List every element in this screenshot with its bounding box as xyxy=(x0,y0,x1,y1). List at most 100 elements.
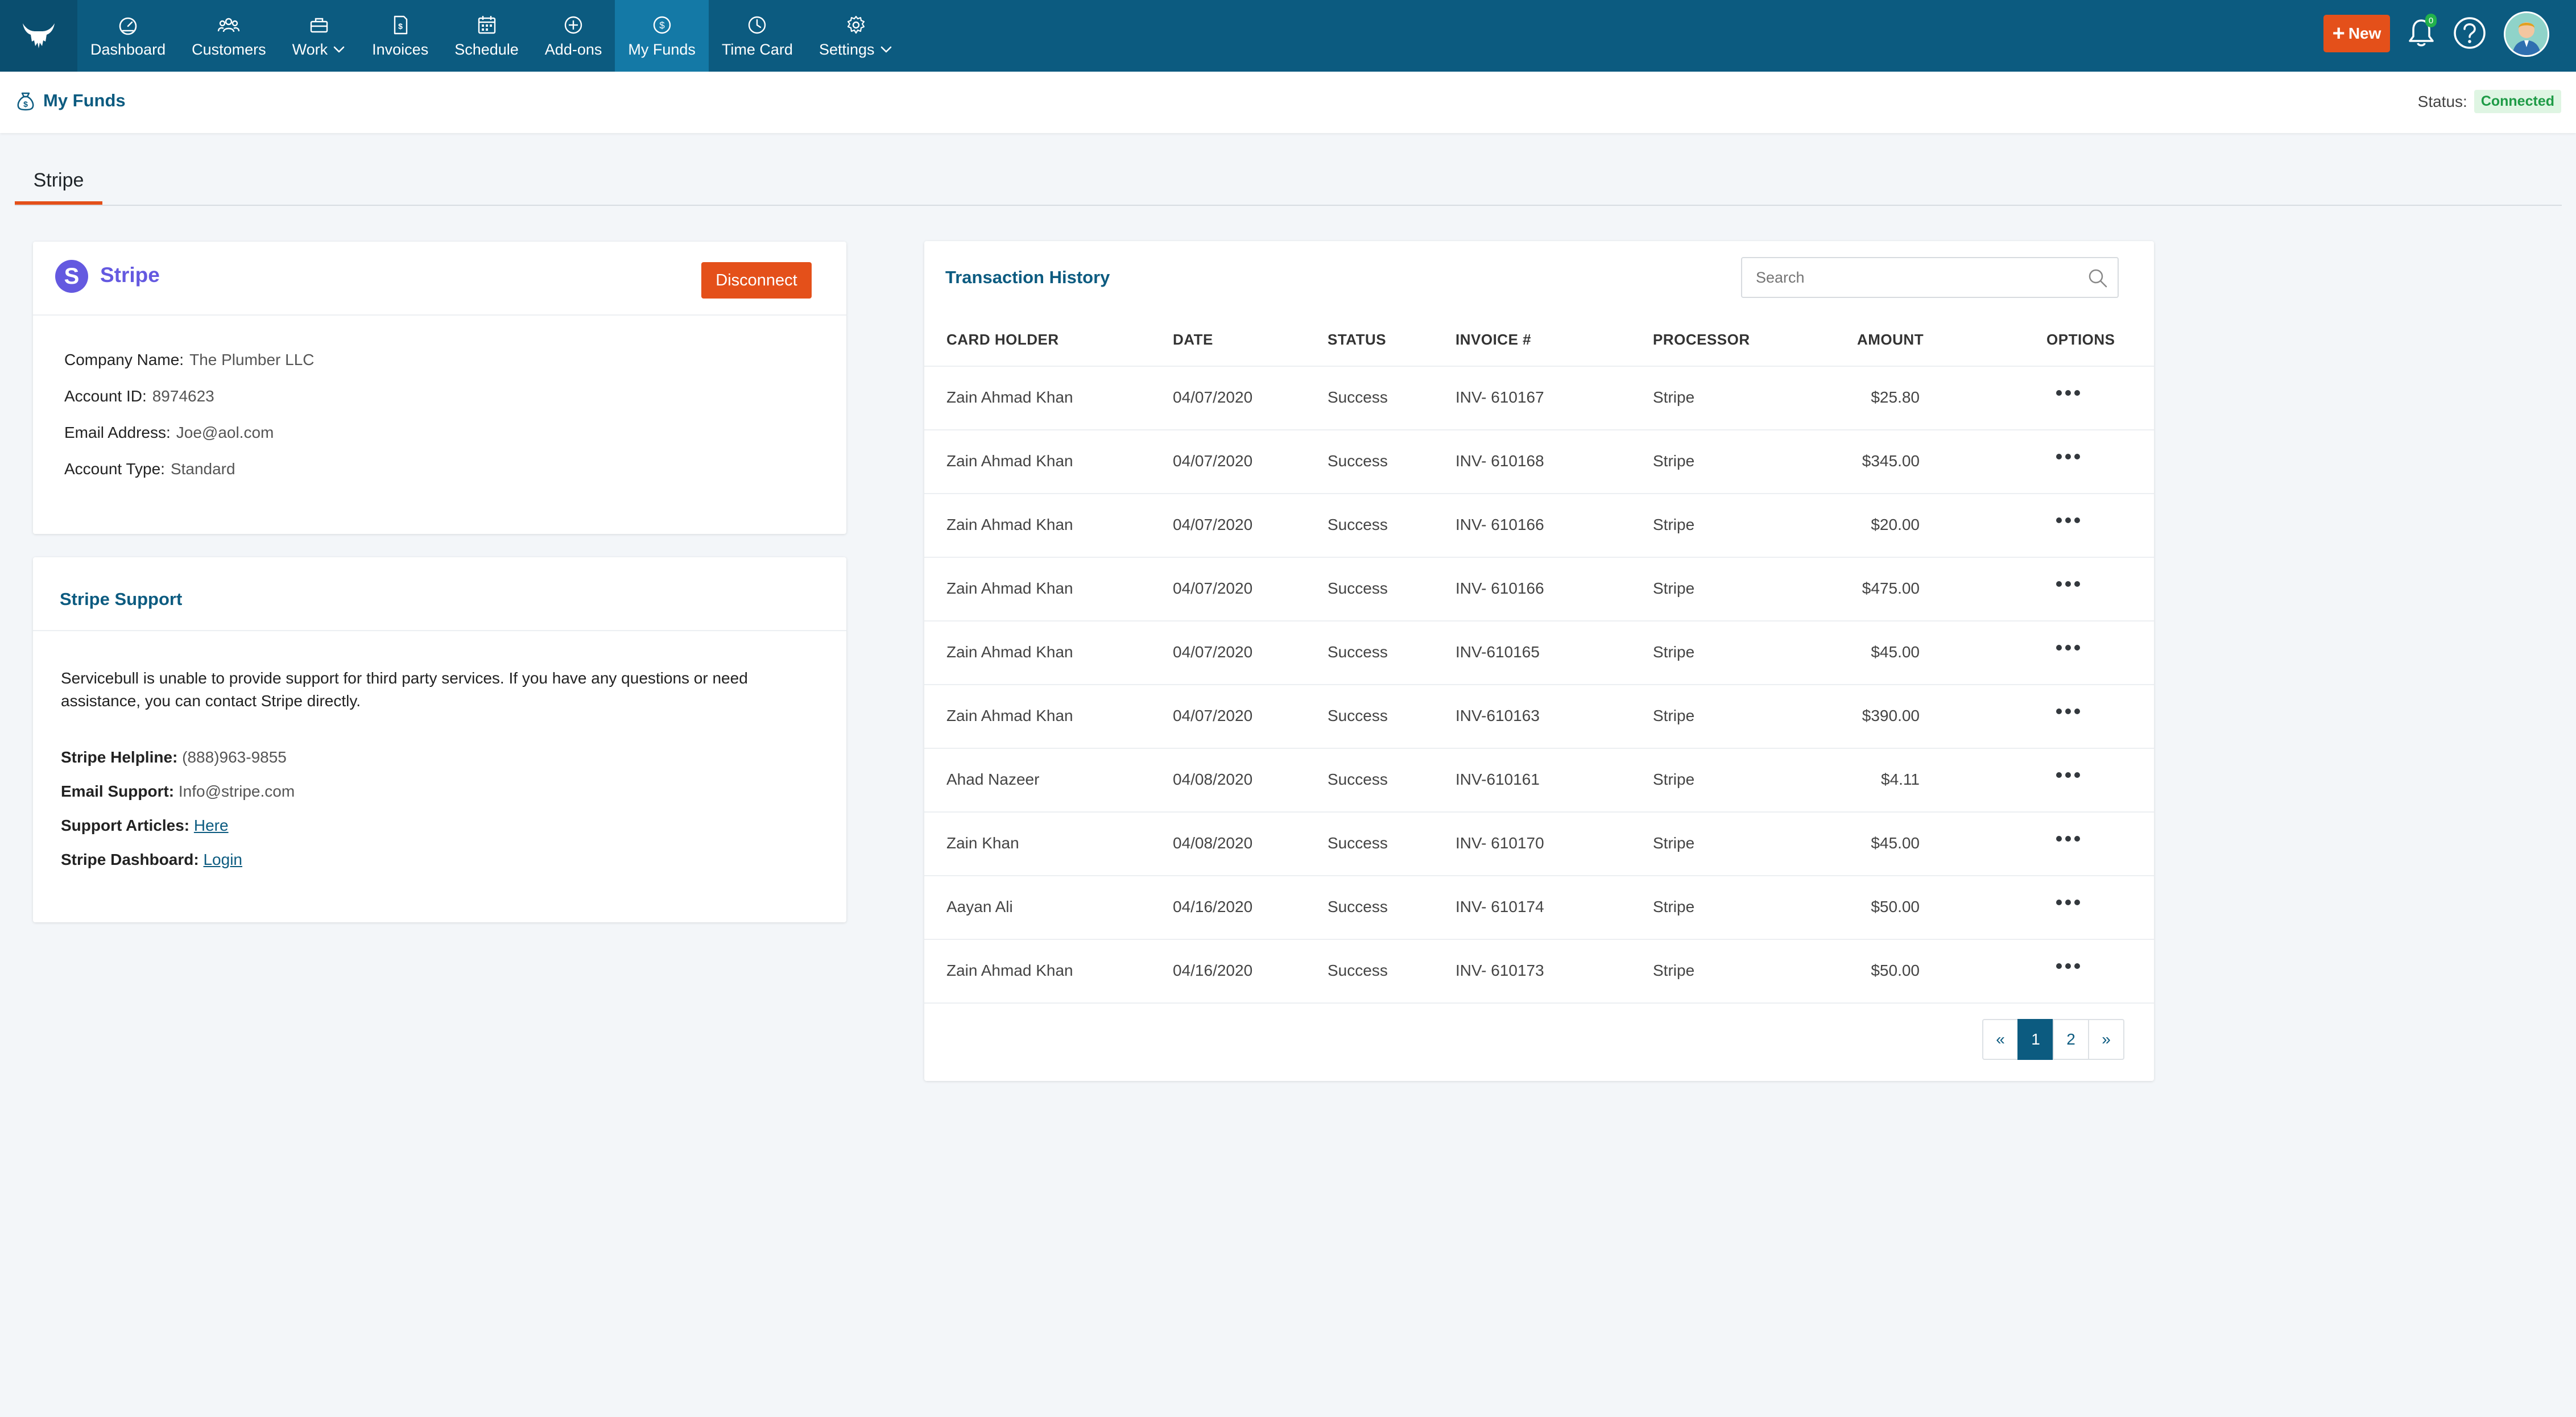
pagination-next-button[interactable]: » xyxy=(2088,1019,2124,1060)
cell-holder: Zain Ahmad Khan xyxy=(946,388,1073,406)
cell-invoice: INV-610161 xyxy=(1456,770,1540,788)
email-support-row: Email Support: Info@stripe.com xyxy=(61,774,295,809)
user-avatar[interactable] xyxy=(2504,11,2549,57)
nav-item-text: Time Card xyxy=(721,40,793,58)
more-options-icon[interactable] xyxy=(2052,573,2084,595)
tab-bar: Stripe xyxy=(15,165,2562,206)
connection-status: Status: Connected xyxy=(2418,90,2561,113)
pagination-prev-button[interactable]: « xyxy=(1982,1019,2019,1060)
cell-amount: $20.00 xyxy=(1871,516,1920,533)
table-row[interactable]: Zain Ahmad Khan 04/07/2020 Success INV- 610… xyxy=(924,429,2154,494)
helpline-value: (888)963-9855 xyxy=(182,748,287,766)
cell-status: Success xyxy=(1328,707,1388,724)
nav-item-label: Add-ons xyxy=(545,41,602,59)
nav-item-settings[interactable]: Settings xyxy=(806,0,906,72)
cell-amount: $45.00 xyxy=(1871,643,1920,661)
nav-item-text: Schedule xyxy=(454,40,519,58)
search-icon[interactable] xyxy=(2087,267,2108,289)
add-icon xyxy=(564,16,582,34)
tab-stripe[interactable]: Stripe xyxy=(15,165,102,205)
nav-item-dashboard[interactable]: Dashboard xyxy=(77,0,179,72)
gear-icon xyxy=(847,15,865,34)
cell-status: Success xyxy=(1328,452,1388,470)
table-row[interactable]: Zain Ahmad Khan 04/07/2020 Success INV-6101… xyxy=(924,620,2154,685)
column-header-card-holder: CARD HOLDER xyxy=(946,331,1059,348)
customers-icon xyxy=(218,18,240,32)
more-options-icon[interactable] xyxy=(2052,636,2084,659)
cell-amount: $4.11 xyxy=(1881,770,1920,788)
stripe-dashboard-row: Stripe Dashboard: Login xyxy=(61,843,295,877)
cell-date: 04/07/2020 xyxy=(1173,452,1253,470)
more-options-icon[interactable] xyxy=(2052,827,2084,850)
cell-holder: Zain Ahmad Khan xyxy=(946,643,1073,661)
more-options-icon[interactable] xyxy=(2052,891,2084,914)
plus-icon: + xyxy=(2332,22,2345,45)
pagination-page-1[interactable]: 1 xyxy=(2017,1019,2054,1060)
nav-item-label: Work xyxy=(292,41,346,59)
table-row[interactable]: Zain Khan 04/08/2020 Success INV- 610170 Str… xyxy=(924,811,2154,876)
disconnect-button[interactable]: Disconnect xyxy=(701,262,812,299)
cell-processor: Stripe xyxy=(1653,962,1695,979)
cell-status: Success xyxy=(1328,579,1388,597)
table-row[interactable]: Zain Ahmad Khan 04/16/2020 Success INV- 610… xyxy=(924,939,2154,1004)
table-row[interactable]: Ahad Nazeer 04/08/2020 Success INV-610161 St… xyxy=(924,748,2154,813)
cell-holder: Zain Khan xyxy=(946,834,1019,852)
table-row[interactable]: Aayan Ali 04/16/2020 Success INV- 610174 Str… xyxy=(924,875,2154,940)
cell-date: 04/07/2020 xyxy=(1173,579,1253,597)
bull-logo-icon xyxy=(23,23,55,48)
cell-amount: $50.00 xyxy=(1871,962,1920,979)
stripe-support-card: Stripe Support Servicebull is unable to … xyxy=(33,557,846,922)
account-field-label: Email Address: xyxy=(64,424,171,441)
nav-item-add-ons[interactable]: Add-ons xyxy=(532,0,615,72)
cell-invoice: INV- 610168 xyxy=(1456,452,1544,470)
table-row[interactable]: Zain Ahmad Khan 04/07/2020 Success INV-6101… xyxy=(924,684,2154,749)
search-input[interactable] xyxy=(1741,257,2119,298)
nav-item-my-funds[interactable]: $ My Funds xyxy=(615,0,709,72)
help-icon[interactable] xyxy=(2453,16,2487,50)
app-logo[interactable] xyxy=(0,0,77,72)
more-options-icon[interactable] xyxy=(2052,509,2084,532)
column-header-amount: AMOUNT xyxy=(1857,331,1924,348)
new-button[interactable]: + New xyxy=(2323,15,2390,52)
status-label: Status: xyxy=(2417,92,2467,110)
nav-item-text: Work xyxy=(292,40,328,58)
nav-item-work[interactable]: Work xyxy=(279,0,359,72)
column-header-invoice: INVOICE # xyxy=(1456,331,1532,348)
pagination-page-2[interactable]: 2 xyxy=(2053,1019,2089,1060)
account-field-row: Account Type: Standard xyxy=(64,451,315,487)
table-row[interactable]: Zain Ahmad Khan 04/07/2020 Success INV- 610… xyxy=(924,493,2154,558)
cell-invoice: INV- 610167 xyxy=(1456,388,1544,406)
more-options-icon[interactable] xyxy=(2052,700,2084,723)
stripe-dashboard-link[interactable]: Login xyxy=(203,851,242,868)
more-options-icon[interactable] xyxy=(2052,382,2084,404)
nav-item-label: Time Card xyxy=(722,41,793,59)
cell-holder: Zain Ahmad Khan xyxy=(946,962,1073,979)
support-card-title: Stripe Support xyxy=(60,589,183,609)
calendar-icon xyxy=(478,15,495,34)
cell-date: 04/16/2020 xyxy=(1173,962,1253,979)
page-title: $ My Funds xyxy=(15,90,126,111)
dollar-icon: $ xyxy=(653,16,671,34)
transaction-history-card: Transaction History CARD HOLDER DATE STATU… xyxy=(924,241,2154,1081)
account-field-label: Account Type: xyxy=(64,460,165,478)
more-options-icon[interactable] xyxy=(2052,764,2084,786)
nav-item-label: Dashboard xyxy=(90,41,166,59)
table-row[interactable]: Zain Ahmad Khan 04/07/2020 Success INV- 610… xyxy=(924,557,2154,622)
more-options-icon[interactable] xyxy=(2052,955,2084,977)
cell-status: Success xyxy=(1328,898,1388,915)
cell-processor: Stripe xyxy=(1653,516,1695,533)
support-description: Servicebull is unable to provide support… xyxy=(61,669,748,710)
more-options-icon[interactable] xyxy=(2052,445,2084,468)
support-card-header: Stripe Support xyxy=(33,557,846,631)
cell-holder: Zain Ahmad Khan xyxy=(946,452,1073,470)
nav-item-schedule[interactable]: Schedule xyxy=(441,0,532,72)
nav-item-invoices[interactable]: $ Invoices xyxy=(359,0,441,72)
nav-item-customers[interactable]: Customers xyxy=(179,0,279,72)
cell-date: 04/08/2020 xyxy=(1173,834,1253,852)
support-contacts: Stripe Helpline: (888)963-9855 Email Sup… xyxy=(61,740,295,877)
support-articles-link[interactable]: Here xyxy=(194,817,229,834)
cell-amount: $390.00 xyxy=(1862,707,1920,724)
nav-item-time-card[interactable]: Time Card xyxy=(709,0,806,72)
table-row[interactable]: Zain Ahmad Khan 04/07/2020 Success INV- 610… xyxy=(924,366,2154,430)
cell-holder: Aayan Ali xyxy=(946,898,1013,915)
